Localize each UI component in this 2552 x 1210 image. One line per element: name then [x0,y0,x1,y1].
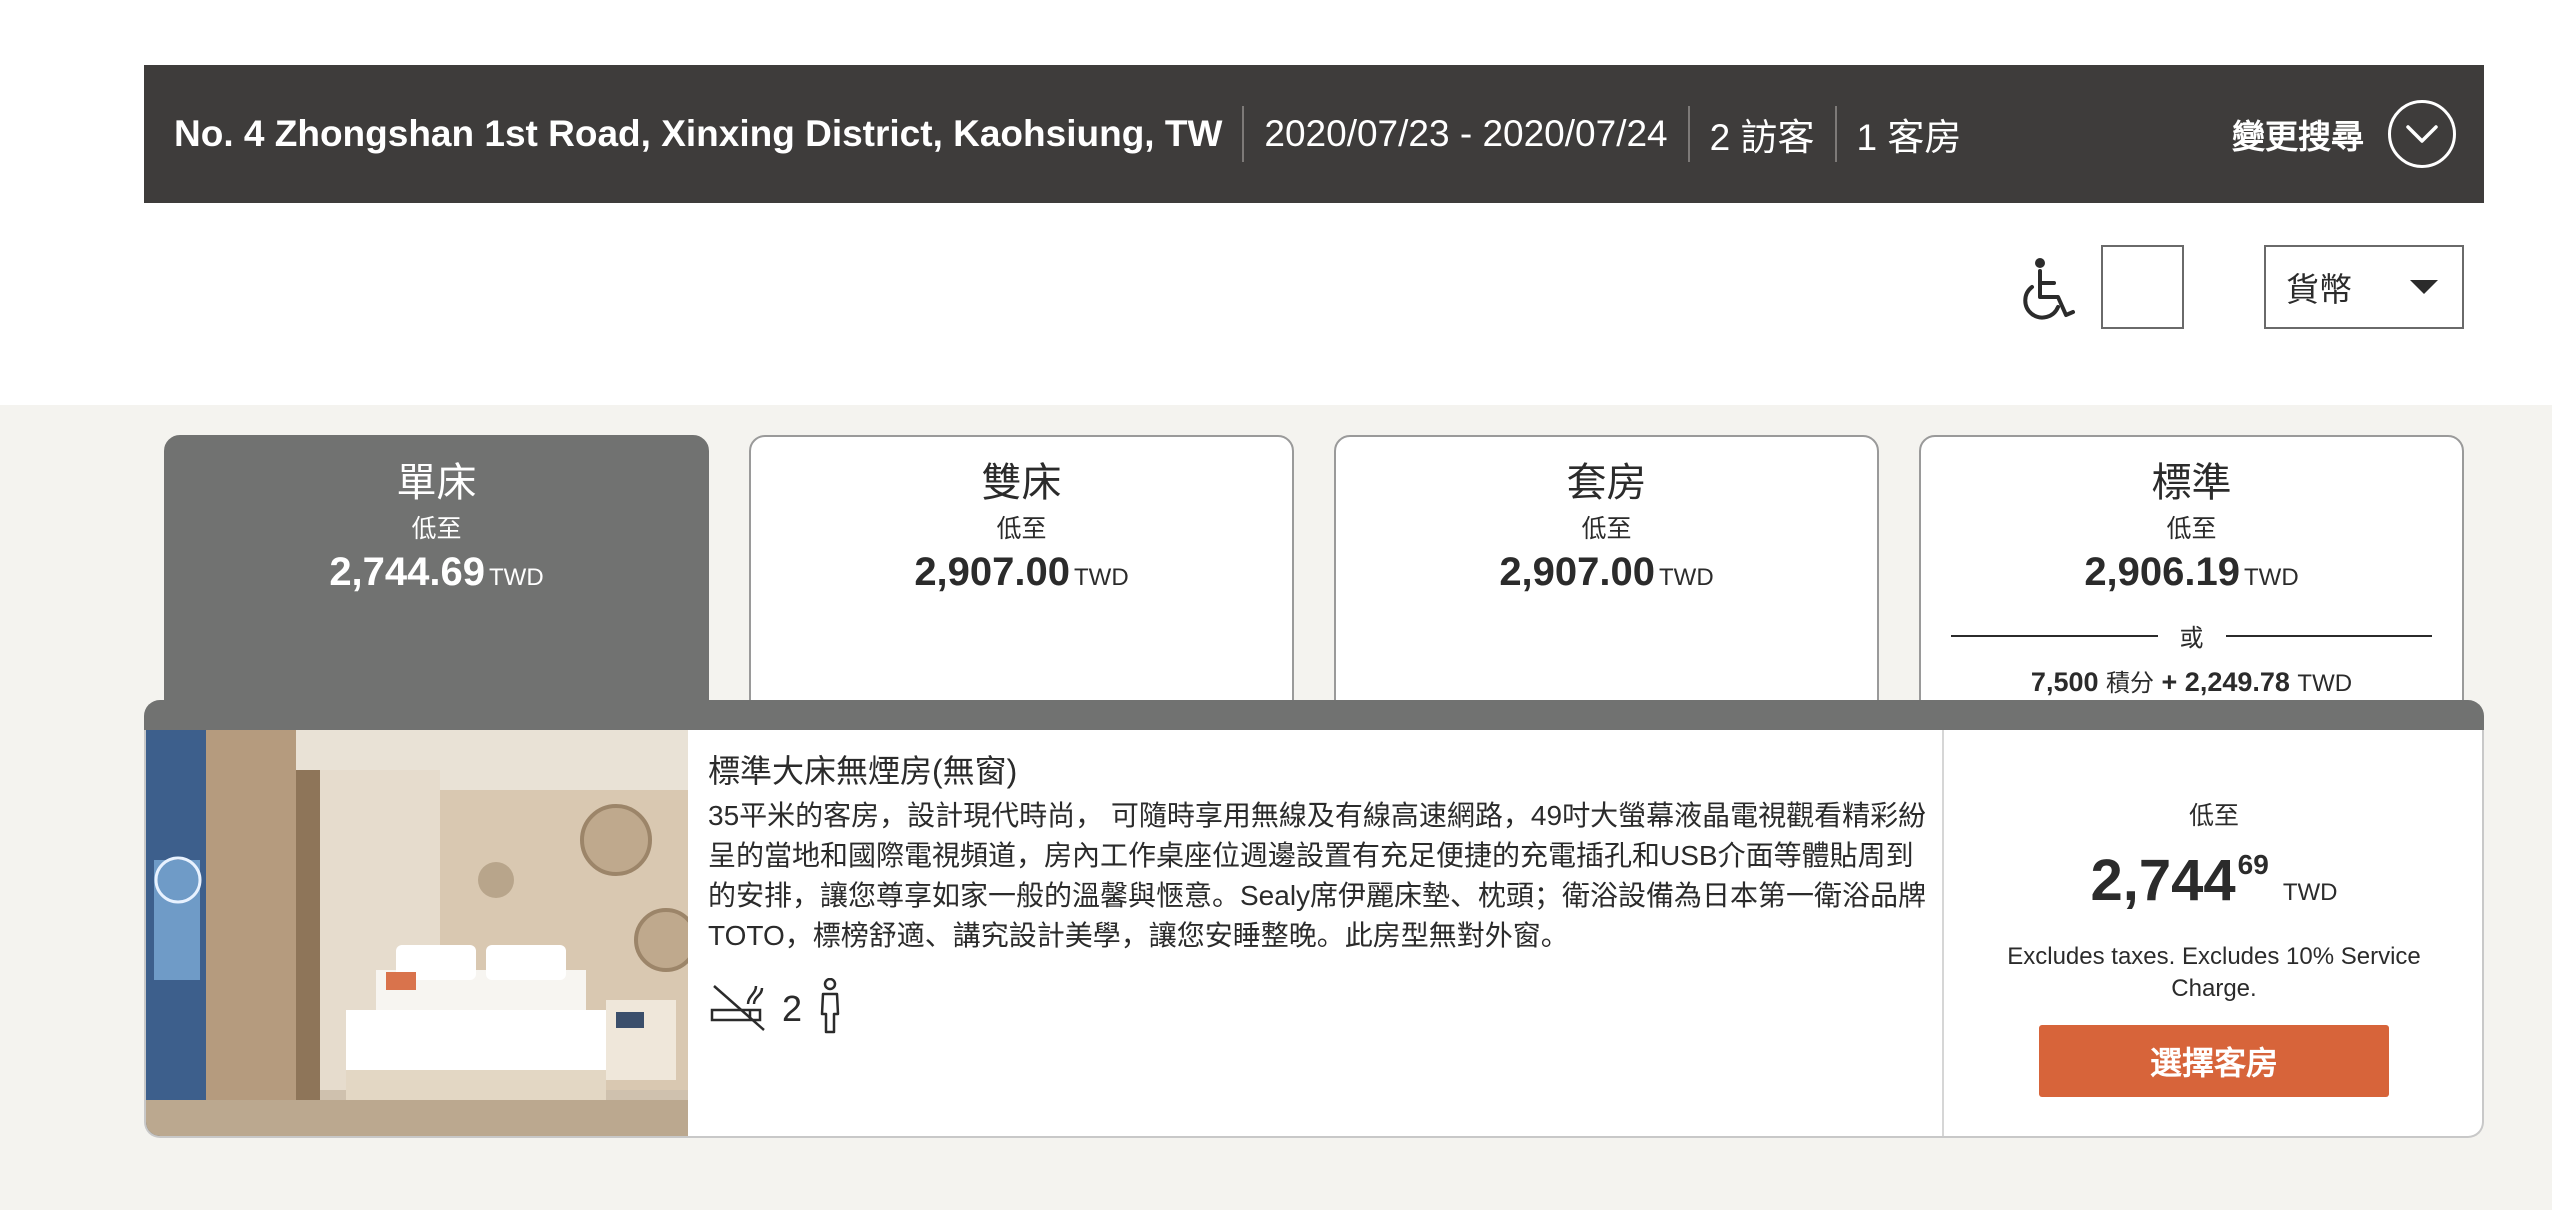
change-search-button[interactable]: 變更搜尋 [2232,65,2456,203]
tab-from-label: 低至 [996,515,1047,543]
caret-down-icon [2410,280,2438,294]
tab-price: 2,907.00 TWD [751,547,1292,606]
or-label: 或 [2179,625,2204,652]
tab-from-label: 低至 [411,515,462,543]
tab-price-amount: 2,744.69 [329,550,486,594]
tab-standard[interactable]: 標準 低至 2,906.19 TWD 或 7,500 積分 + 2,249.78 … [1919,435,2464,703]
accessible-room-checkbox[interactable] [2101,245,2184,329]
person-icon [816,977,844,1039]
select-room-button[interactable]: 選擇客房 [2039,1025,2389,1097]
currency-label: 貨幣 [2286,271,2352,308]
tab-price-amount: 2,907.00 [1499,550,1656,594]
price-currency: TWD [2282,879,2338,906]
room-card: 標準大床無煙房(無窗) 35平米的客房，設計現代時尚， 可隨時享用無線及有線高速… [144,730,2484,1138]
tab-name: 標準 [2151,461,2232,505]
search-guests: 2 訪客 [1709,117,1815,158]
points-plus-cash: + 2,249.78 [2161,667,2290,697]
tab-price-amount: 2,906.19 [2084,550,2241,594]
divider [1687,106,1690,162]
room-section: 單床 低至 2,744.69 TWD 雙床 低至 2,907.00 TWD 套房 低… [0,405,2552,1210]
tab-price-amount: 2,907.00 [914,550,1071,594]
room-price: 低至 2,74469 TWD Excludes taxes. Excludes 1… [1944,730,2482,1136]
search-dates: 2020/07/23 - 2020/07/24 [1264,113,1668,154]
currency-select[interactable]: 貨幣 [2264,245,2464,329]
filter-row: 貨幣 [0,245,2552,329]
points-amount: 7,500 [2030,667,2099,697]
room-amenities: 2 [708,977,1938,1039]
points-label: 積分 [2106,670,2155,697]
tab-price: 2,906.19 TWD [1921,547,2462,606]
divider [1242,106,1245,162]
tab-price-currency: TWD [1659,564,1714,591]
tab-price: 2,907.00 TWD [1336,547,1877,606]
room-description: 35平米的客房，設計現代時尚， 可隨時享用無線及有線高速網路，49吋大螢幕液晶電… [708,800,1927,951]
change-search-label: 變更搜尋 [2232,118,2364,155]
tab-from-label: 低至 [2166,515,2217,543]
tab-from-label: 低至 [1581,515,1632,543]
no-smoking-icon [708,980,768,1037]
room-price-value: 2,74469 TWD [1944,834,2482,927]
or-divider: 或 [1951,618,2432,653]
tab-price-currency: TWD [1074,564,1129,591]
divider-line [1951,634,2158,637]
tab-twin-bed[interactable]: 雙床 低至 2,907.00 TWD [749,435,1294,703]
tab-name: 單床 [396,461,477,505]
tab-price: 2,744.69 TWD [166,547,707,606]
tab-price-currency: TWD [489,564,544,591]
room-photo [146,730,688,1136]
points-currency: TWD [2297,670,2353,697]
room-info: 標準大床無煙房(無窗) 35平米的客房，設計現代時尚， 可隨時享用無線及有線高速… [708,750,1938,1039]
divider [1834,106,1837,162]
active-tab-band [144,700,2484,730]
price-from-label: 低至 [2188,802,2239,830]
room-title: 標準大床無煙房(無窗) [708,753,1018,789]
tab-name: 雙床 [981,461,1062,505]
search-address: No. 4 Zhongshan 1st Road, Xinxing Distri… [174,113,1223,154]
wheelchair-icon [2020,257,2076,328]
chevron-down-icon[interactable] [2388,100,2456,168]
divider-line [2225,634,2432,637]
price-cents: 69 [2237,849,2269,880]
search-summary-bar: No. 4 Zhongshan 1st Road, Xinxing Distri… [144,65,2484,203]
search-rooms: 1 客房 [1856,117,1962,158]
tab-name: 套房 [1566,461,1647,505]
tax-note: Excludes taxes. Excludes 10% Service Cha… [2007,943,2421,1002]
price-main: 2,744 [2090,848,2236,913]
tab-suite[interactable]: 套房 低至 2,907.00 TWD [1334,435,1879,703]
tab-single-bed[interactable]: 單床 低至 2,744.69 TWD [164,435,709,703]
points-price: 7,500 積分 + 2,249.78 TWD [1921,663,2462,698]
occupancy-count: 2 [782,987,803,1029]
tab-price-currency: TWD [2244,564,2299,591]
